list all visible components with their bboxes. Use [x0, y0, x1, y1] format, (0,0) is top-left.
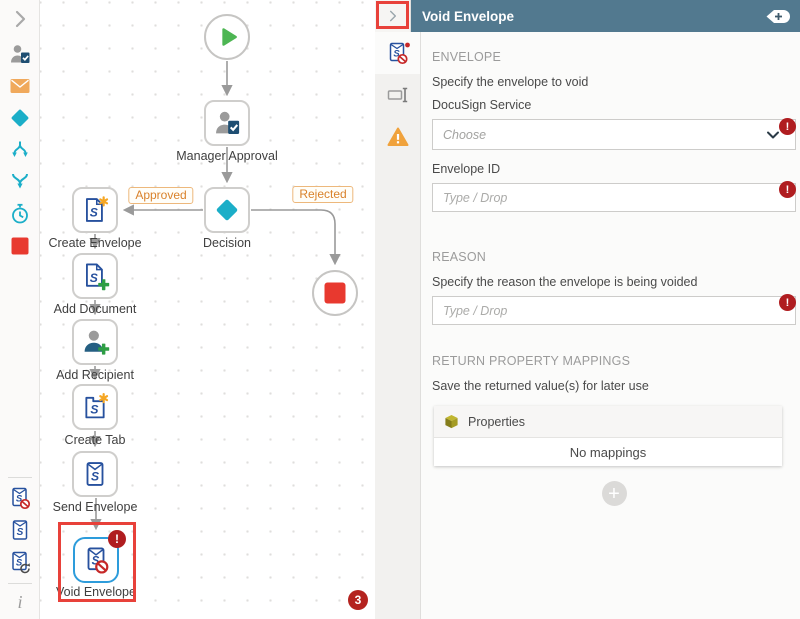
left-toolbar: S S S i — [0, 0, 40, 619]
svg-text:S: S — [90, 205, 98, 219]
node-label: Decision — [203, 236, 251, 250]
annotation-rectangle — [376, 1, 409, 29]
node-label: Create Envelope — [48, 236, 142, 250]
info-icon[interactable]: i — [8, 590, 32, 614]
warning-icon — [387, 127, 408, 146]
send-envelope-icon: S — [86, 462, 104, 486]
no-mappings-text: No mappings — [569, 444, 647, 460]
config-panel: Void Envelope S ENVELOPE Specify the env… — [375, 0, 800, 619]
validation-error-icon: ! — [779, 181, 796, 198]
expand-panel-button[interactable] — [765, 9, 791, 24]
validation-error-icon: ! — [779, 294, 796, 311]
envelope-section-heading: ENVELOPE — [432, 50, 501, 64]
reason-section-heading: REASON — [432, 250, 486, 264]
add-document-icon: S — [86, 263, 110, 291]
branch-label-rejected: Rejected — [292, 186, 354, 203]
node-label: Manager Approval — [176, 149, 278, 163]
timer-icon[interactable] — [8, 202, 32, 226]
email-icon[interactable] — [8, 74, 32, 98]
rename-icon — [387, 87, 407, 103]
play-icon — [222, 28, 237, 46]
create-envelope-node[interactable]: S — [72, 187, 118, 233]
user-task-icon[interactable] — [8, 42, 32, 66]
envelope-id-label: Envelope ID — [432, 162, 501, 176]
select-placeholder: Choose — [443, 127, 487, 142]
add-document-node[interactable]: S — [72, 253, 118, 299]
node-label: Add Document — [53, 302, 137, 316]
tab-rename[interactable] — [375, 74, 420, 116]
docusign-service-label: DocuSign Service — [432, 98, 532, 112]
expand-panel-icon — [766, 9, 790, 23]
create-tab-node[interactable]: S — [72, 384, 118, 430]
add-recipient-icon — [84, 330, 110, 355]
cube-icon — [445, 414, 458, 429]
panel-content: ENVELOPE Specify the envelope to void Do… — [421, 32, 800, 619]
send-envelope-node[interactable]: S — [72, 451, 118, 497]
manager-approval-node[interactable] — [204, 100, 250, 146]
user-task-icon — [216, 111, 240, 134]
toolbar-divider — [7, 583, 32, 584]
toolbar-divider — [7, 477, 32, 478]
node-label: Add Recipient — [56, 368, 134, 382]
panel-title: Void Envelope — [422, 8, 515, 24]
node-label: Send Envelope — [52, 500, 138, 514]
mappings-section-description: Save the returned value(s) for later use — [432, 379, 649, 393]
void-envelope-icon: S — [389, 42, 410, 65]
properties-card-header[interactable]: Properties — [434, 406, 782, 438]
create-tab-icon: S — [85, 392, 109, 419]
send-envelope-icon[interactable]: S — [8, 518, 32, 542]
add-recipient-node[interactable] — [72, 319, 118, 365]
reason-input[interactable] — [432, 296, 796, 325]
svg-text:S: S — [91, 469, 99, 483]
docusign-service-select[interactable]: Choose — [432, 119, 796, 150]
tab-void-envelope[interactable]: S — [375, 32, 420, 74]
chevron-down-icon — [766, 129, 780, 141]
svg-text:S: S — [90, 402, 98, 416]
decision-icon[interactable] — [8, 106, 32, 130]
create-envelope-icon: S — [86, 196, 109, 222]
end-node[interactable] — [312, 270, 358, 316]
decision-icon — [216, 199, 238, 221]
envelope-refresh-icon[interactable]: S — [8, 550, 32, 574]
workflow-canvas[interactable]: Manager Approval Decision Approved Rejec… — [40, 0, 375, 619]
tab-warnings[interactable] — [375, 116, 420, 158]
panel-tabstrip: S — [375, 32, 421, 619]
merge-paths-icon[interactable] — [8, 170, 32, 194]
decision-node[interactable] — [204, 187, 250, 233]
properties-card: Properties No mappings — [434, 406, 782, 466]
branch-label-approved: Approved — [128, 187, 194, 204]
end-icon[interactable] — [8, 234, 32, 258]
node-label: Create Tab — [64, 433, 126, 447]
split-paths-icon[interactable] — [8, 138, 32, 162]
envelope-section-description: Specify the envelope to void — [432, 75, 589, 89]
start-node[interactable] — [204, 14, 250, 60]
annotation-rectangle — [58, 522, 136, 602]
envelope-id-input[interactable] — [432, 183, 796, 212]
reason-section-description: Specify the reason the envelope is being… — [432, 275, 698, 289]
stop-icon — [324, 282, 346, 304]
void-envelope-icon[interactable]: S — [8, 486, 32, 510]
error-count-badge[interactable]: 3 — [348, 590, 368, 610]
panel-header: Void Envelope — [375, 0, 800, 32]
svg-text:S: S — [16, 527, 23, 538]
add-mapping-button[interactable]: + — [601, 481, 627, 506]
chevron-right-icon[interactable] — [8, 7, 32, 31]
svg-text:S: S — [90, 271, 98, 285]
properties-label: Properties — [468, 414, 525, 429]
mappings-section-heading: RETURN PROPERTY MAPPINGS — [432, 354, 631, 368]
svg-text:i: i — [17, 592, 22, 612]
validation-error-icon: ! — [779, 118, 796, 135]
